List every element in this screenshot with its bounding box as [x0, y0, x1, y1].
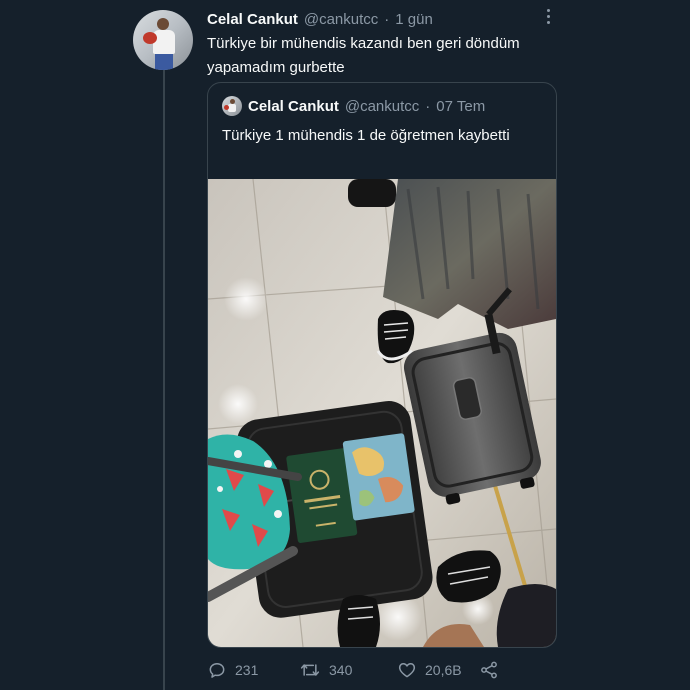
- quoted-tweet-header: Celal Cankut @cankutcc · 07 Tem: [222, 95, 485, 117]
- retweet-icon: [300, 664, 320, 676]
- tweet-text: Türkiye bir mühendis kazandı ben geri dö…: [207, 35, 520, 76]
- like-button[interactable]: 20,6B: [397, 660, 479, 680]
- reply-button[interactable]: 231: [207, 660, 299, 680]
- avatar-boxing-glove: [143, 32, 157, 44]
- quoted-tweet-time: 07 Tem: [436, 97, 486, 115]
- share-button[interactable]: [479, 660, 499, 680]
- tweet-time[interactable]: 1 gün: [395, 11, 433, 28]
- quoted-author-name: Celal Cankut: [248, 97, 339, 115]
- share-icon: [481, 661, 497, 679]
- tweet-actions: 231 340 20,6B: [207, 658, 499, 682]
- retweet-button[interactable]: 340: [299, 660, 397, 680]
- quoted-author-handle: @cankutcc: [344, 97, 420, 115]
- reply-icon: [209, 663, 225, 678]
- author-name[interactable]: Celal Cankut: [207, 11, 298, 28]
- avatar-figure-legs: [155, 54, 173, 70]
- reply-count: 231: [235, 662, 259, 678]
- quoted-tweet[interactable]: Celal Cankut @cankutcc · 07 Tem Türkiye …: [207, 82, 557, 648]
- more-icon[interactable]: [538, 6, 558, 26]
- heart-icon: [398, 663, 416, 678]
- avatar-figure-body: [153, 30, 175, 54]
- like-count: 20,6B: [425, 662, 462, 678]
- avatar-figure-head: [157, 18, 169, 30]
- author-handle[interactable]: @cankutcc: [304, 11, 378, 28]
- tweet-header: Celal Cankut @cankutcc · 1 gün: [207, 9, 433, 29]
- quoted-author-avatar: [222, 96, 242, 116]
- quoted-tweet-text: Türkiye 1 mühendis 1 de öğretmen kaybett…: [222, 127, 510, 144]
- quoted-tweet-photo[interactable]: [208, 179, 556, 647]
- header-separator: ·: [384, 10, 390, 28]
- quoted-header-separator: ·: [425, 97, 431, 115]
- author-avatar[interactable]: [133, 10, 193, 70]
- thread-line: [163, 70, 165, 690]
- retweet-count: 340: [329, 662, 353, 678]
